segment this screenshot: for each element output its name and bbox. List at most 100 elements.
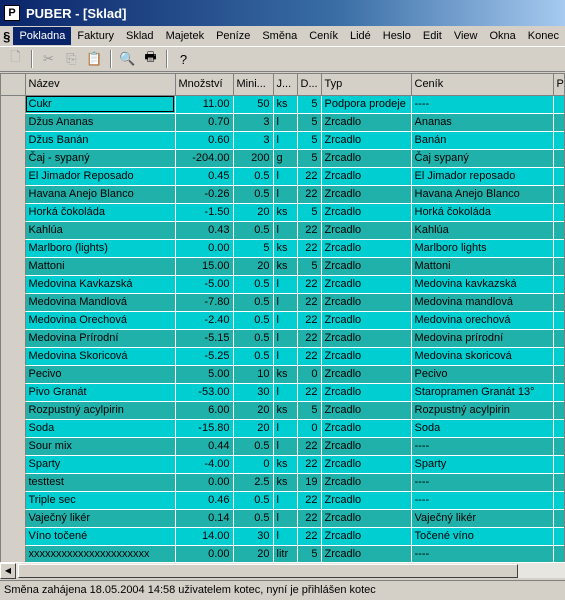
cell-type[interactable]: Zrcadlo <box>321 455 412 474</box>
cell-d[interactable]: 22 <box>297 293 322 312</box>
cell-type[interactable]: Zrcadlo <box>321 185 412 204</box>
table-row[interactable]: Horká čokoláda -1.50 20 ks 5 Zrcadlo Horká čok… <box>1 203 564 222</box>
cell-type[interactable]: Zrcadlo <box>321 365 412 384</box>
cell-min[interactable]: 3 <box>233 131 274 150</box>
row-indicator[interactable] <box>1 347 26 366</box>
cell-name[interactable]: Kahlúa <box>25 221 176 240</box>
cell-name[interactable]: Medovina Orechová <box>25 311 176 330</box>
cell-type[interactable]: Zrcadlo <box>321 293 412 312</box>
cell-extra[interactable] <box>553 401 564 420</box>
table-row[interactable]: Triple sec 0.46 0.5 l 22 Zrcadlo ---- <box>1 491 564 510</box>
cell-unit[interactable]: l <box>273 221 298 240</box>
cell-type[interactable]: Zrcadlo <box>321 239 412 258</box>
menu-penize[interactable]: Peníze <box>210 27 256 45</box>
row-indicator[interactable] <box>1 437 26 456</box>
cell-d[interactable]: 19 <box>297 473 322 492</box>
cell-min[interactable]: 30 <box>233 383 274 402</box>
cell-unit[interactable]: l <box>273 113 298 132</box>
cell-qty[interactable]: -4.00 <box>175 455 234 474</box>
cell-price[interactable]: Staropramen Granát 13° <box>411 383 554 402</box>
cell-extra[interactable] <box>553 509 564 528</box>
table-row[interactable]: Džus Banán 0.60 3 l 5 Zrcadlo Banán <box>1 131 564 150</box>
row-indicator[interactable] <box>1 401 26 420</box>
row-indicator[interactable] <box>1 239 26 258</box>
table-row[interactable]: Marlboro (lights) 0.00 5 ks 22 Zrcadlo Marlbor… <box>1 239 564 258</box>
cell-unit[interactable]: l <box>273 131 298 150</box>
cell-extra[interactable] <box>553 437 564 456</box>
table-row[interactable]: Pivo Granát -53.00 30 l 22 Zrcadlo Staropramen… <box>1 383 564 402</box>
cell-qty[interactable]: 6.00 <box>175 401 234 420</box>
table-row[interactable]: Cukr 11.00 50 ks 5 Podpora prodeje ---- <box>1 95 564 114</box>
cell-qty[interactable]: 0.14 <box>175 509 234 528</box>
cell-min[interactable]: 5 <box>233 239 274 258</box>
cell-unit[interactable]: l <box>273 383 298 402</box>
cell-d[interactable]: 0 <box>297 365 322 384</box>
cell-price[interactable]: Ananas <box>411 113 554 132</box>
cell-d[interactable]: 5 <box>297 113 322 132</box>
cell-extra[interactable] <box>553 473 564 492</box>
table-row[interactable]: Džus Ananas 0.70 3 l 5 Zrcadlo Ananas <box>1 113 564 132</box>
cell-extra[interactable] <box>553 491 564 510</box>
cell-name[interactable]: Víno točené <box>25 527 176 546</box>
row-indicator[interactable] <box>1 113 26 132</box>
cell-name[interactable]: Sour mix <box>25 437 176 456</box>
row-indicator[interactable] <box>1 131 26 150</box>
cell-min[interactable]: 200 <box>233 149 274 168</box>
row-indicator[interactable] <box>1 491 26 510</box>
cell-price[interactable]: Rozpustný acylpirin <box>411 401 554 420</box>
row-indicator[interactable] <box>1 383 26 402</box>
cell-name[interactable]: Medovina Kavkazská <box>25 275 176 294</box>
cell-type[interactable]: Zrcadlo <box>321 113 412 132</box>
cell-type[interactable]: Zrcadlo <box>321 329 412 348</box>
column-header[interactable]: Typ <box>321 74 412 96</box>
cell-d[interactable]: 22 <box>297 383 322 402</box>
cell-d[interactable]: 22 <box>297 239 322 258</box>
column-header[interactable]: P <box>553 74 564 96</box>
help-icon[interactable]: ? <box>172 48 195 70</box>
cell-extra[interactable] <box>553 257 564 276</box>
cell-d[interactable]: 22 <box>297 329 322 348</box>
column-header[interactable]: Mini... <box>233 74 274 96</box>
document-icon[interactable]: § <box>2 27 11 45</box>
cell-d[interactable]: 22 <box>297 437 322 456</box>
table-row[interactable]: Medovina Mandlová -7.80 0.5 l 22 Zrcadlo Medov… <box>1 293 564 312</box>
cell-d[interactable]: 0 <box>297 419 322 438</box>
menu-majetek[interactable]: Majetek <box>160 27 211 45</box>
cell-price[interactable]: Medovina kavkazská <box>411 275 554 294</box>
cell-name[interactable]: Soda <box>25 419 176 438</box>
cell-unit[interactable]: l <box>273 509 298 528</box>
cell-price[interactable]: Medovina orechová <box>411 311 554 330</box>
cell-name[interactable]: Havana Anejo Blanco <box>25 185 176 204</box>
cell-extra[interactable] <box>553 347 564 366</box>
cell-min[interactable]: 0.5 <box>233 167 274 186</box>
column-header[interactable]: Název <box>25 74 176 96</box>
cell-name[interactable]: Pecivo <box>25 365 176 384</box>
cell-type[interactable]: Zrcadlo <box>321 491 412 510</box>
cell-unit[interactable]: litr <box>273 545 298 564</box>
cell-d[interactable]: 5 <box>297 401 322 420</box>
cell-min[interactable]: 0.5 <box>233 293 274 312</box>
table-row[interactable]: Kahlúa 0.43 0.5 l 22 Zrcadlo Kahlúa <box>1 221 564 240</box>
cell-d[interactable]: 5 <box>297 131 322 150</box>
row-indicator[interactable] <box>1 221 26 240</box>
row-indicator[interactable] <box>1 419 26 438</box>
cell-extra[interactable] <box>553 275 564 294</box>
cell-extra[interactable] <box>553 149 564 168</box>
cell-extra[interactable] <box>553 545 564 564</box>
find-icon[interactable]: 🔍 <box>116 48 139 70</box>
menu-view[interactable]: View <box>448 27 484 45</box>
cell-name[interactable]: Triple sec <box>25 491 176 510</box>
cell-name[interactable]: El Jimador Reposado <box>25 167 176 186</box>
table-row[interactable]: testtest 0.00 2.5 ks 19 Zrcadlo ---- <box>1 473 564 492</box>
cell-min[interactable]: 0.5 <box>233 311 274 330</box>
cell-min[interactable]: 10 <box>233 365 274 384</box>
cell-extra[interactable] <box>553 527 564 546</box>
cell-name[interactable]: Cukr <box>25 95 176 114</box>
cell-price[interactable]: Medovina mandlová <box>411 293 554 312</box>
table-row[interactable]: Sparty -4.00 0 ks 22 Zrcadlo Sparty <box>1 455 564 474</box>
table-row[interactable]: Medovina Prírodní -5.15 0.5 l 22 Zrcadlo Medov… <box>1 329 564 348</box>
cell-unit[interactable]: ks <box>273 365 298 384</box>
cell-extra[interactable] <box>553 185 564 204</box>
cell-name[interactable]: Sparty <box>25 455 176 474</box>
cell-min[interactable]: 0.5 <box>233 491 274 510</box>
